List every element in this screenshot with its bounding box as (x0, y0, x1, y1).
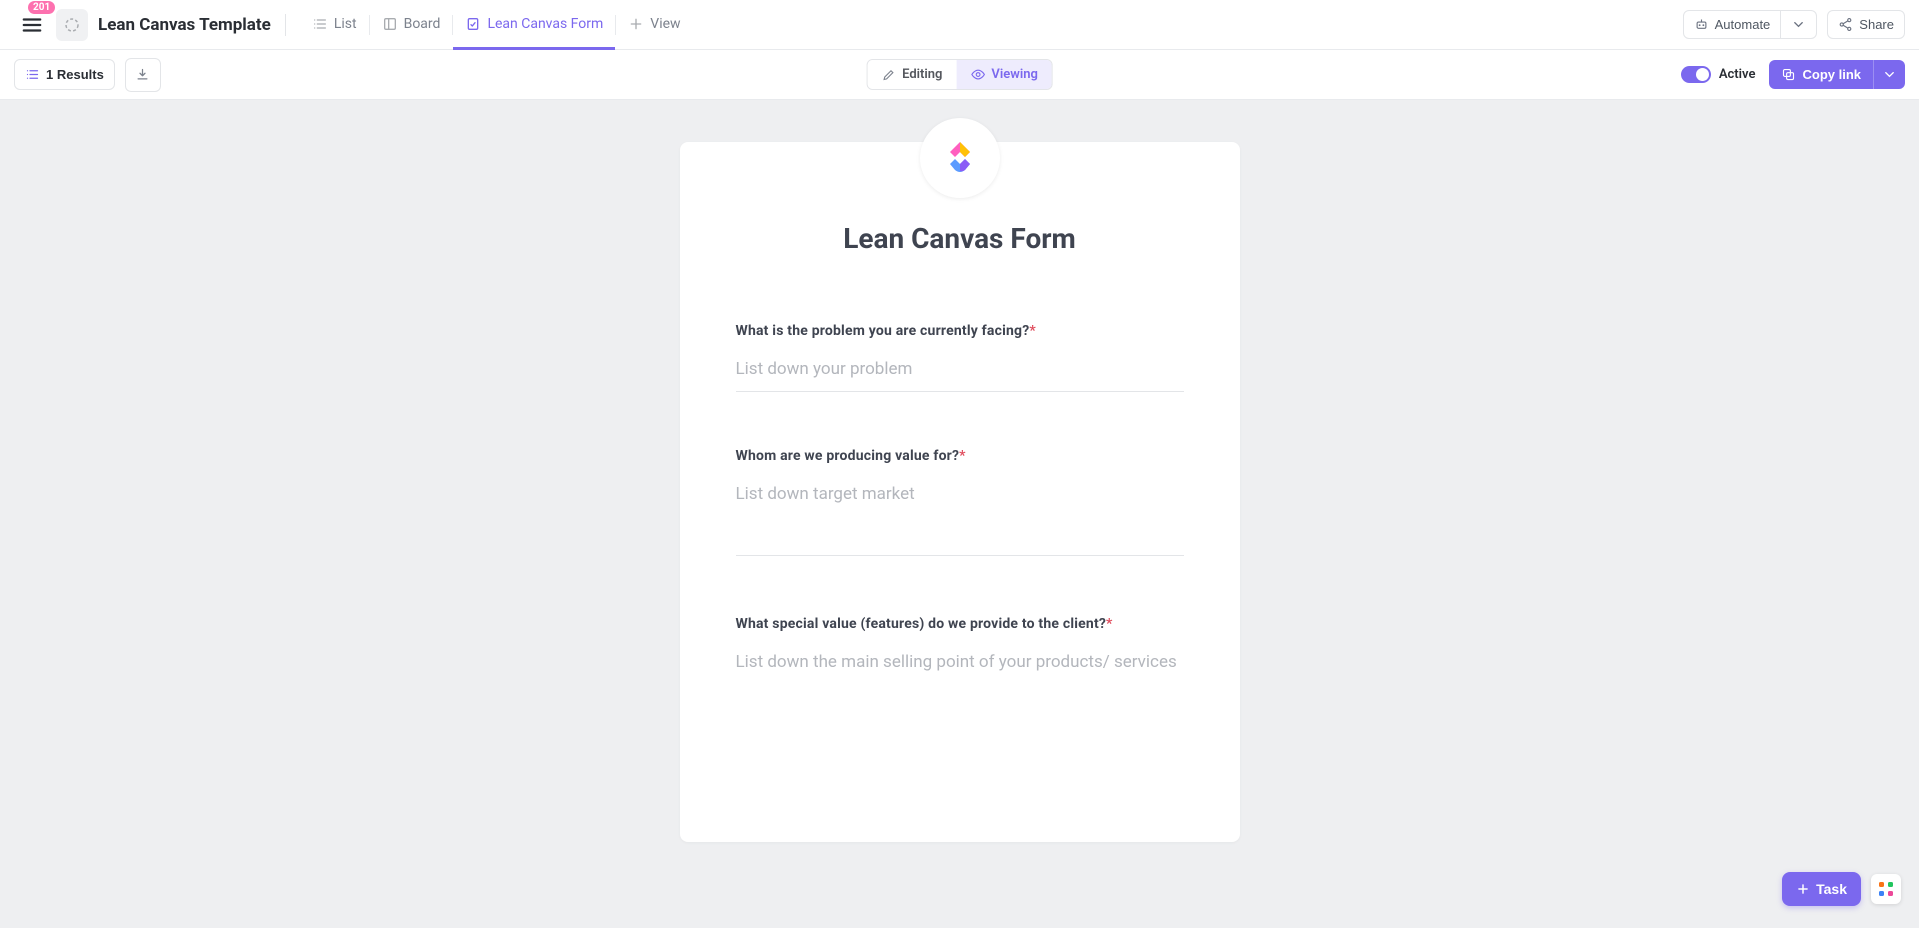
copy-link-label: Copy link (1802, 67, 1861, 82)
notification-badge: 201 (28, 1, 55, 14)
results-icon (25, 67, 40, 82)
robot-icon (1694, 17, 1709, 32)
automate-button[interactable]: Automate (1683, 10, 1782, 39)
board-icon (382, 16, 398, 32)
top-right-actions: Automate Share (1683, 10, 1905, 39)
copy-link-dropdown[interactable] (1873, 60, 1905, 89)
list-icon (312, 16, 328, 32)
page-title: Lean Canvas Template (98, 15, 271, 35)
active-toggle-wrap: Active (1681, 66, 1756, 83)
space-icon[interactable] (56, 9, 88, 41)
results-label: 1 Results (46, 67, 104, 82)
share-icon (1838, 17, 1853, 32)
share-button[interactable]: Share (1827, 10, 1905, 39)
tab-board[interactable]: Board (370, 1, 453, 50)
share-label: Share (1859, 17, 1894, 32)
hamburger-icon (21, 14, 43, 36)
mode-toggle: Editing Viewing (866, 59, 1053, 90)
copy-link-button[interactable]: Copy link (1769, 60, 1873, 89)
mode-editing-label: Editing (902, 67, 942, 82)
active-label: Active (1719, 67, 1756, 82)
active-toggle[interactable] (1681, 66, 1711, 83)
mode-viewing[interactable]: Viewing (956, 60, 1051, 89)
sub-bar: 1 Results Editing Viewing Active Copy li (0, 50, 1919, 100)
field-input-problem[interactable] (736, 353, 1184, 392)
plus-icon (628, 16, 644, 32)
tab-add-view[interactable]: View (616, 1, 692, 50)
new-task-button[interactable]: Task (1782, 872, 1861, 906)
separator (285, 14, 286, 36)
field-input-special-value[interactable] (736, 646, 1184, 724)
tab-label: View (650, 16, 680, 32)
eye-icon (970, 67, 985, 82)
tab-label: Lean Canvas Form (487, 16, 603, 32)
tab-list[interactable]: List (300, 1, 369, 50)
form-field-special-value: What special value (features) do we prov… (736, 616, 1184, 728)
mode-viewing-label: Viewing (991, 67, 1037, 82)
tab-label: List (334, 16, 357, 32)
chevron-down-icon (1882, 67, 1897, 82)
form-logo (920, 118, 1000, 198)
download-button[interactable] (125, 58, 161, 92)
form-field-problem: What is the problem you are currently fa… (736, 323, 1184, 392)
floating-actions: Task (1782, 872, 1901, 906)
form-icon (465, 16, 481, 32)
chevron-down-icon (1791, 17, 1806, 32)
field-label: What special value (features) do we prov… (736, 616, 1184, 632)
apps-button[interactable] (1871, 874, 1901, 904)
form-title: Lean Canvas Form (736, 222, 1184, 255)
grid-icon (1878, 881, 1894, 897)
results-button[interactable]: 1 Results (14, 59, 115, 90)
clickup-logo-icon (940, 138, 980, 178)
form-canvas: Lean Canvas Form What is the problem you… (0, 100, 1919, 928)
form-card: Lean Canvas Form What is the problem you… (680, 142, 1240, 842)
mode-editing[interactable]: Editing (867, 60, 956, 89)
download-icon (135, 67, 150, 82)
tab-lean-canvas-form[interactable]: Lean Canvas Form (453, 1, 615, 50)
automate-label: Automate (1715, 17, 1771, 32)
loading-circle-icon (63, 16, 81, 34)
top-bar: 201 Lean Canvas Template List Board Lean… (0, 0, 1919, 50)
field-label: Whom are we producing value for?* (736, 448, 1184, 464)
view-tabs: List Board Lean Canvas Form View (300, 0, 693, 49)
copy-icon (1781, 67, 1796, 82)
pencil-icon (881, 67, 896, 82)
field-label: What is the problem you are currently fa… (736, 323, 1184, 339)
tab-label: Board (404, 16, 441, 32)
plus-icon (1796, 882, 1810, 896)
form-field-value-for: Whom are we producing value for?* (736, 448, 1184, 560)
field-input-value-for[interactable] (736, 478, 1184, 556)
task-label: Task (1816, 881, 1847, 897)
automate-dropdown[interactable] (1781, 10, 1817, 39)
menu-button[interactable]: 201 (14, 7, 50, 43)
